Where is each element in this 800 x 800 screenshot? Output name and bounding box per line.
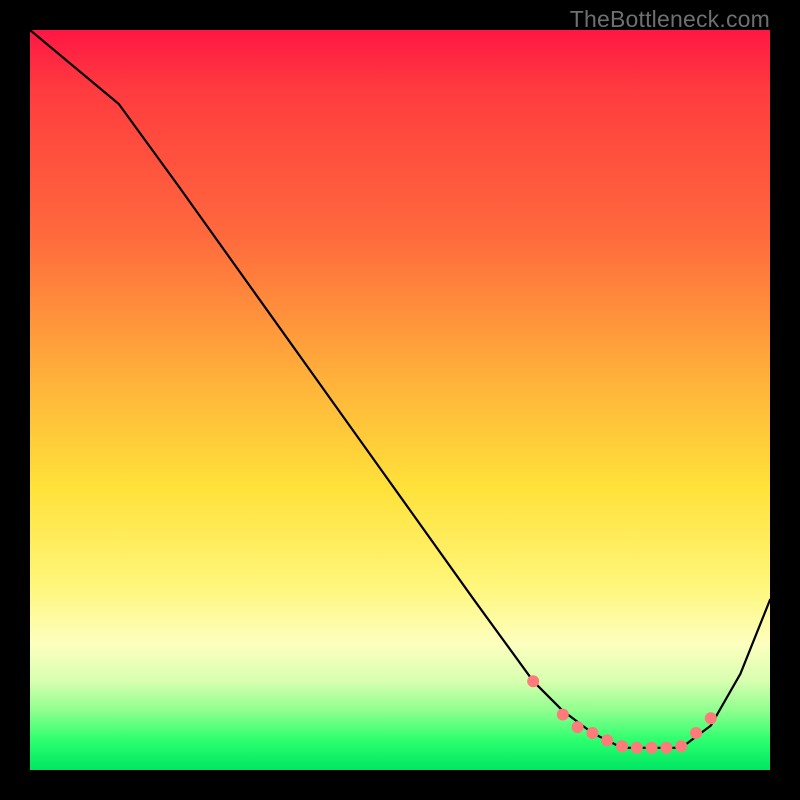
bottleneck-curve — [30, 30, 770, 748]
chart-gradient-background — [30, 30, 770, 770]
curve-marker — [527, 675, 539, 687]
curve-marker — [601, 734, 613, 746]
curve-marker — [705, 712, 717, 724]
watermark-text: TheBottleneck.com — [570, 6, 770, 33]
curve-marker — [660, 742, 672, 754]
curve-marker — [631, 742, 643, 754]
curve-marker — [616, 740, 628, 752]
curve-marker — [586, 727, 598, 739]
curve-marker — [646, 742, 658, 754]
curve-marker — [572, 721, 584, 733]
curve-marker — [690, 727, 702, 739]
curve-marker — [675, 740, 687, 752]
curve-marker — [557, 709, 569, 721]
chart-svg — [30, 30, 770, 770]
